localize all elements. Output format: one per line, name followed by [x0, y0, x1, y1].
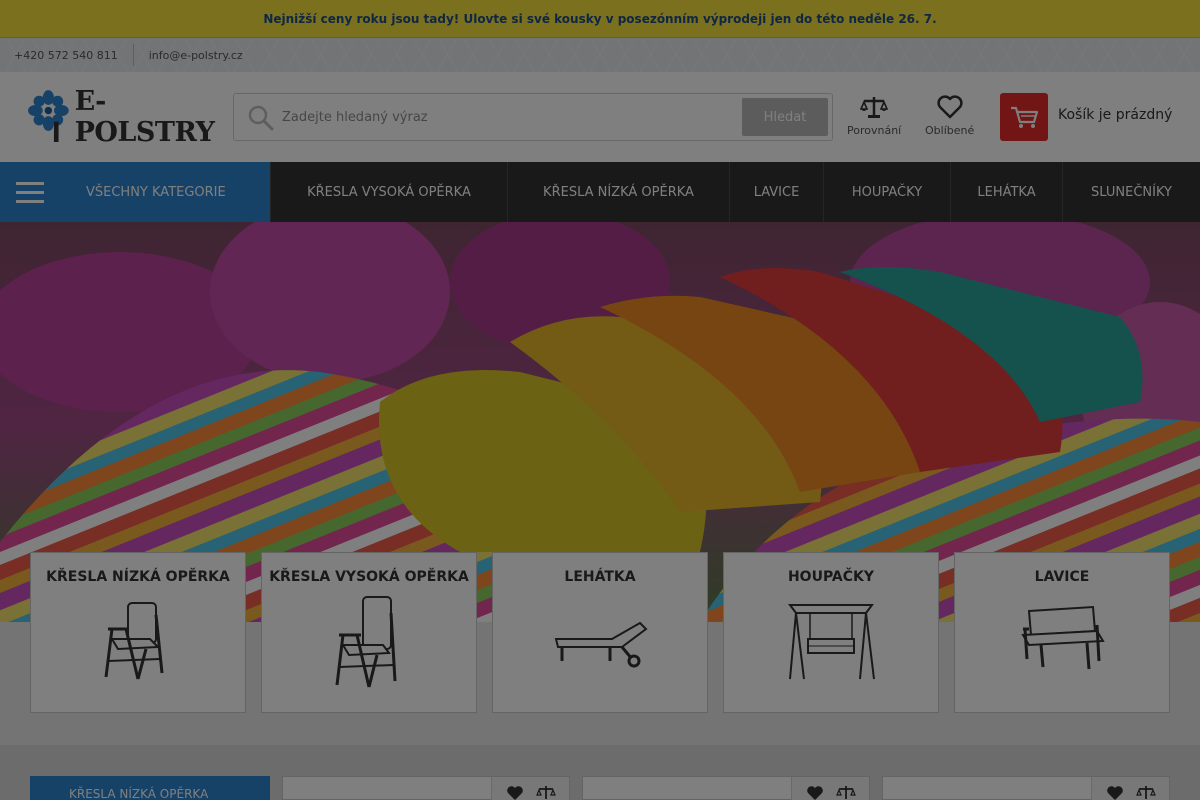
search-icon: [248, 105, 274, 131]
flower-logo-icon: [28, 90, 69, 143]
heart-icon[interactable]: [506, 785, 524, 800]
search-button[interactable]: Hledat: [742, 98, 828, 136]
contact-email[interactable]: info@e-polstry.cz: [149, 49, 243, 62]
product-card[interactable]: [882, 776, 1170, 800]
all-categories-button[interactable]: VŠECHNY KATEGORIE: [0, 162, 270, 222]
compare-label: Porovnání: [847, 124, 902, 137]
search-input[interactable]: [282, 104, 722, 130]
search-bar: Hledat: [233, 93, 833, 141]
low-back-chair-icon: [104, 602, 164, 680]
sun-lounger-icon: [554, 621, 648, 668]
contact-bar: +420 572 540 811 info@e-polstry.cz: [0, 38, 1200, 72]
nav-item-houpacky[interactable]: HOUPAČKY: [823, 162, 950, 222]
promo-banner[interactable]: Nejnižší ceny roku jsou tady! Ulovte si …: [0, 0, 1200, 38]
heart-icon: [936, 95, 963, 119]
category-card-title: LEHÁTKA: [564, 569, 636, 585]
promo-text: Nejnižší ceny roku jsou tady! Ulovte si …: [263, 11, 937, 26]
favorites-label: Oblíbené: [925, 124, 975, 137]
garden-swing-icon: [788, 604, 875, 680]
category-card-kresla-vysoka[interactable]: KŘESLA VYSOKÁ OPĚRKA: [261, 552, 477, 713]
category-cards: KŘESLA NÍZKÁ OPĚRKA KŘESLA VYSOKÁ OPĚRKA…: [30, 552, 1170, 713]
category-card-title: HOUPAČKY: [787, 569, 875, 585]
scales-icon[interactable]: [1136, 785, 1156, 800]
nav-item-kresla-vysoka[interactable]: KŘESLA VYSOKÁ OPĚRKA: [270, 162, 507, 222]
product-actions: [1091, 777, 1169, 800]
heart-icon[interactable]: [1106, 785, 1124, 800]
all-categories-label: VŠECHNY KATEGORIE: [86, 184, 226, 200]
logo-wordmark: E-POLSTRY: [74, 86, 215, 148]
contact-phone[interactable]: +420 572 540 811: [14, 49, 118, 62]
product-actions: [791, 777, 869, 800]
product-card[interactable]: [582, 776, 870, 800]
contact-divider: [132, 44, 134, 66]
favorites-link[interactable]: Oblíbené: [925, 95, 974, 137]
site-header: E-POLSTRY Hledat Porovnání Oblíbené: [0, 72, 1200, 162]
category-card-lehatka[interactable]: LEHÁTKA: [492, 552, 708, 713]
section-category-label[interactable]: KŘESLA NÍZKÁ OPĚRKA: [30, 776, 270, 800]
category-card-title: KŘESLA VYSOKÁ OPĚRKA: [269, 569, 469, 585]
product-card[interactable]: [282, 776, 570, 800]
nav-item-lavice[interactable]: LAVICE: [729, 162, 823, 222]
nav-item-lehatka[interactable]: LEHÁTKA: [950, 162, 1062, 222]
hamburger-icon: [16, 181, 44, 203]
nav-item-kresla-nizka[interactable]: KŘESLA NÍZKÁ OPĚRKA: [507, 162, 729, 222]
cart-icon: [1011, 106, 1039, 128]
category-card-kresla-nizka[interactable]: KŘESLA NÍZKÁ OPĚRKA: [30, 552, 246, 713]
high-back-chair-icon: [335, 596, 397, 688]
compare-link[interactable]: Porovnání: [847, 95, 901, 137]
heart-icon[interactable]: [806, 785, 824, 800]
cart-button[interactable]: [1000, 93, 1048, 141]
category-card-houpacky[interactable]: HOUPAČKY: [723, 552, 939, 713]
nav-item-slunecniky[interactable]: SLUNEČNÍKY: [1062, 162, 1200, 222]
category-card-title: LAVICE: [1034, 569, 1090, 585]
garden-bench-icon: [1021, 605, 1105, 670]
scales-icon[interactable]: [836, 785, 856, 800]
cart-status[interactable]: Košík je prázdný: [1058, 107, 1172, 123]
logo[interactable]: E-POLSTRY: [28, 86, 233, 148]
category-card-lavice[interactable]: LAVICE: [954, 552, 1170, 713]
main-nav: VŠECHNY KATEGORIE KŘESLA VYSOKÁ OPĚRKA K…: [0, 162, 1200, 222]
scales-icon: [860, 97, 889, 118]
product-actions: [491, 777, 569, 800]
category-card-title: KŘESLA NÍZKÁ OPĚRKA: [46, 569, 230, 585]
scales-icon[interactable]: [536, 785, 556, 800]
